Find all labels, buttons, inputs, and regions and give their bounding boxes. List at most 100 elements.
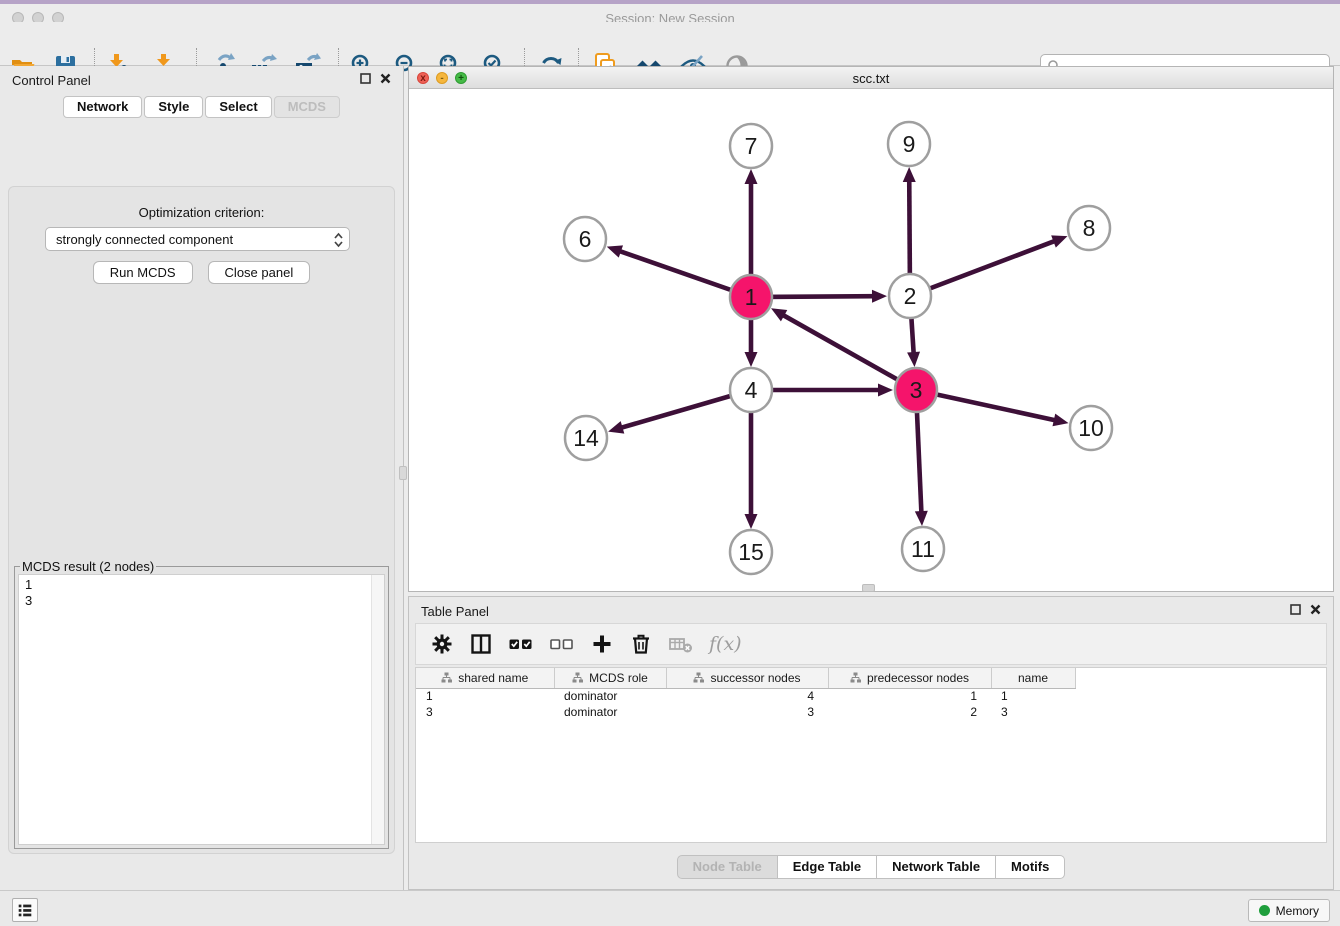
- control-panel-title: Control Panel: [12, 73, 91, 88]
- tab-edge-table[interactable]: Edge Table: [778, 855, 877, 879]
- graph-edge-arrow-1-6: [607, 245, 623, 257]
- deselect-all-icon[interactable]: [549, 632, 575, 656]
- graph-edge-arrow-2-8: [1051, 235, 1067, 247]
- memory-button[interactable]: Memory: [1248, 899, 1330, 922]
- mcds-result-line: 3: [25, 593, 378, 609]
- task-history-button[interactable]: [12, 898, 38, 922]
- result-scrollbar[interactable]: [371, 575, 384, 844]
- table-cell[interactable]: dominator: [554, 704, 666, 720]
- column-header-name[interactable]: name: [991, 668, 1075, 688]
- graph-node-label-9: 9: [903, 131, 916, 157]
- function-builder-icon: f(x): [709, 633, 742, 655]
- graph-node-label-1: 1: [745, 284, 758, 310]
- delete-table-icon: [668, 632, 694, 656]
- graph-edge-arrow-4-3: [878, 384, 893, 397]
- graph-node-label-8: 8: [1083, 215, 1096, 241]
- add-icon[interactable]: [590, 632, 614, 656]
- mcds-result-box: MCDS result (2 nodes) 13: [14, 559, 389, 849]
- tab-motifs[interactable]: Motifs: [996, 855, 1065, 879]
- graph-node-label-3: 3: [910, 377, 923, 403]
- mcds-result-line: 1: [25, 577, 378, 593]
- mcds-panel: Optimization criterion: strongly connect…: [8, 186, 395, 854]
- dropdown-stepper-icon: [333, 231, 344, 249]
- tab-network[interactable]: Network: [63, 96, 142, 118]
- table-cell[interactable]: 2: [828, 704, 991, 720]
- node-table[interactable]: shared name MCDS role successor nodes pr…: [415, 667, 1327, 843]
- graph-node-label-15: 15: [738, 539, 764, 565]
- memory-label: Memory: [1276, 904, 1319, 918]
- close-panel-button[interactable]: Close panel: [208, 261, 311, 284]
- graph-node-label-6: 6: [579, 226, 592, 252]
- select-all-icon[interactable]: [508, 632, 534, 656]
- close-panel-icon[interactable]: [1310, 604, 1321, 615]
- criterion-dropdown[interactable]: strongly connected component: [45, 227, 350, 251]
- close-panel-icon[interactable]: [380, 73, 391, 84]
- graph-node-label-4: 4: [745, 377, 758, 403]
- control-panel-header: Control Panel: [0, 66, 403, 94]
- memory-status-icon: [1259, 905, 1270, 916]
- column-header-mcds-role[interactable]: MCDS role: [554, 668, 666, 688]
- network-window: x - + scc.txt 7968124314101511: [408, 66, 1334, 592]
- float-panel-icon[interactable]: [1290, 604, 1301, 615]
- table-panel-title: Table Panel: [421, 604, 489, 619]
- table-cell[interactable]: 3: [416, 704, 554, 720]
- graph-edge-2-8[interactable]: [910, 240, 1056, 296]
- column-header-predecessor-nodes[interactable]: predecessor nodes: [828, 668, 991, 688]
- table-cell[interactable]: 3: [991, 704, 1075, 720]
- show-column-icon[interactable]: [469, 632, 493, 656]
- graph-node-label-11: 11: [911, 536, 935, 562]
- network-window-title: scc.txt: [409, 71, 1333, 86]
- table-cell[interactable]: 1: [828, 688, 991, 704]
- tab-node-table[interactable]: Node Table: [677, 855, 778, 879]
- table-panel-tabs: Node Table Edge Table Network Table Moti…: [409, 855, 1333, 879]
- graph-edge-arrow-4-14: [608, 421, 624, 433]
- main-toolbar: [0, 22, 1340, 66]
- table-row[interactable]: 3dominator323: [416, 704, 1075, 720]
- hierarchy-icon: [441, 672, 452, 683]
- mcds-result-lines: 13: [19, 575, 384, 611]
- column-header-successor-nodes[interactable]: successor nodes: [666, 668, 828, 688]
- control-panel: Control Panel Network Style Select MCDS …: [0, 66, 404, 890]
- graph-edge-arrow-4-15: [745, 514, 758, 529]
- tab-select[interactable]: Select: [205, 96, 271, 118]
- graph-edge-arrow-1-4: [745, 352, 758, 367]
- tab-style[interactable]: Style: [144, 96, 203, 118]
- hierarchy-icon: [850, 672, 861, 683]
- run-mcds-button[interactable]: Run MCDS: [93, 261, 193, 284]
- graph-edge-3-1[interactable]: [781, 314, 916, 390]
- network-graph[interactable]: 7968124314101511: [409, 89, 1333, 591]
- table-cell[interactable]: 3: [666, 704, 828, 720]
- graph-edge-arrow-3-10: [1052, 414, 1068, 427]
- graph-edge-arrow-2-9: [903, 167, 916, 182]
- graph-node-label-2: 2: [904, 283, 917, 309]
- hierarchy-icon: [572, 672, 583, 683]
- hierarchy-icon: [693, 672, 704, 683]
- table-cell[interactable]: 1: [416, 688, 554, 704]
- table-panel-header: Table Panel: [409, 597, 1333, 625]
- node-table-body: 1dominator4113dominator323: [416, 688, 1075, 720]
- table-toolbar: f(x): [415, 623, 1327, 665]
- mcds-result-title: MCDS result (2 nodes): [20, 559, 156, 574]
- vertical-splitter-grip[interactable]: [399, 466, 407, 480]
- horizontal-splitter-grip[interactable]: [862, 584, 875, 592]
- settings-gear-icon[interactable]: [430, 632, 454, 656]
- network-window-titlebar[interactable]: x - + scc.txt: [409, 67, 1333, 89]
- app-titlebar: Session: New Session: [0, 4, 1340, 22]
- graph-node-label-14: 14: [573, 425, 599, 451]
- column-header-shared-name[interactable]: shared name: [416, 668, 554, 688]
- table-cell[interactable]: 1: [991, 688, 1075, 704]
- table-row[interactable]: 1dominator411: [416, 688, 1075, 704]
- table-header-row: shared name MCDS role successor nodes pr…: [416, 668, 1075, 688]
- mcds-result-area[interactable]: 13: [18, 574, 385, 845]
- float-panel-icon[interactable]: [360, 73, 371, 84]
- optimization-criterion-label: Optimization criterion:: [9, 205, 394, 220]
- table-cell[interactable]: dominator: [554, 688, 666, 704]
- delete-trash-icon[interactable]: [629, 632, 653, 656]
- tab-network-table[interactable]: Network Table: [877, 855, 996, 879]
- tab-mcds[interactable]: MCDS: [274, 96, 340, 118]
- graph-edge-arrow-1-2: [872, 290, 887, 303]
- graph-edge-arrow-1-7: [745, 169, 758, 184]
- table-panel: Table Panel: [408, 596, 1334, 890]
- control-panel-tabs: Network Style Select MCDS: [0, 96, 403, 118]
- table-cell[interactable]: 4: [666, 688, 828, 704]
